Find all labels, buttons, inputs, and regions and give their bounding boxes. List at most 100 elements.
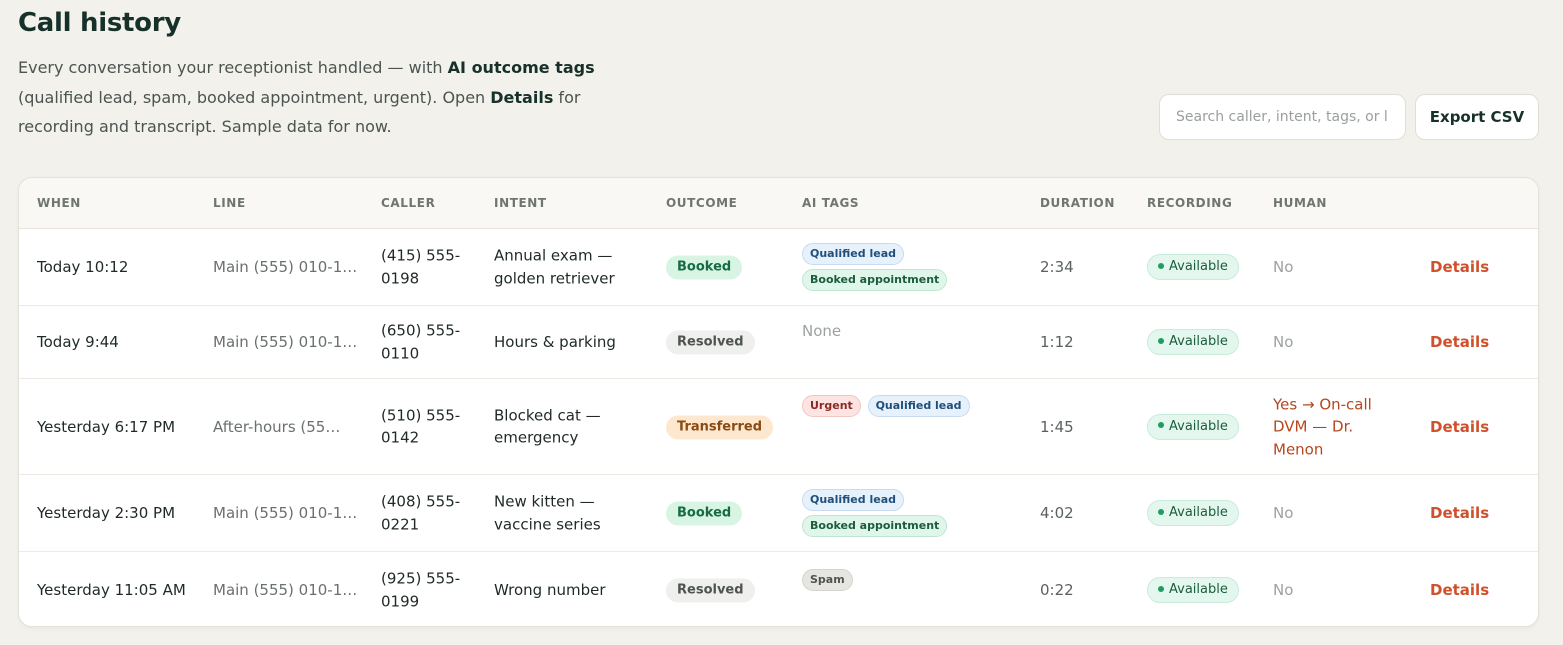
- status-dot-icon: [1158, 585, 1164, 592]
- column-header-recording[interactable]: RECORDING: [1147, 196, 1232, 210]
- table-row[interactable]: Today 10:12 Main (555) 010-1… (415) 555-…: [19, 229, 1538, 306]
- details-link[interactable]: Details: [1430, 579, 1489, 602]
- cell-duration: 1:45: [1040, 417, 1074, 436]
- ai-tag: Urgent: [802, 395, 861, 417]
- cell-caller: (510) 555-0142: [381, 406, 461, 447]
- table-row[interactable]: Yesterday 11:05 AM Main (555) 010-1… (92…: [19, 552, 1538, 626]
- cell-ai-tags: Qualified lead Booked appointment: [802, 241, 1022, 293]
- column-header-duration[interactable]: DURATION: [1040, 196, 1115, 210]
- cell-ai-tags: Urgent Qualified lead: [802, 393, 1022, 419]
- cell-line: Main (555) 010-1…: [213, 257, 358, 276]
- column-header-human[interactable]: HUMAN: [1273, 196, 1327, 210]
- cell-when: Yesterday 11:05 AM: [37, 580, 186, 599]
- details-link[interactable]: Details: [1430, 331, 1489, 354]
- recording-badge[interactable]: Available: [1147, 500, 1239, 526]
- outcome-badge: Booked: [666, 255, 743, 280]
- recording-badge[interactable]: Available: [1147, 413, 1239, 440]
- column-header-line[interactable]: LINE: [213, 196, 246, 210]
- recording-badge[interactable]: Available: [1147, 329, 1239, 355]
- cell-intent: Blocked cat — emergency: [494, 406, 601, 447]
- cell-when: Yesterday 2:30 PM: [37, 503, 176, 522]
- recording-label: Available: [1169, 582, 1228, 597]
- cell-when: Today 9:44: [37, 332, 119, 351]
- cell-duration: 4:02: [1040, 503, 1074, 522]
- page-subtitle: Every conversation your receptionist han…: [18, 53, 638, 142]
- table-row[interactable]: Today 9:44 Main (555) 010-1… (650) 555-0…: [19, 306, 1538, 379]
- cell-line: After-hours (55…: [213, 417, 341, 436]
- table-row[interactable]: Yesterday 2:30 PM Main (555) 010-1… (408…: [19, 475, 1538, 552]
- cell-caller: (415) 555-0198: [381, 246, 461, 288]
- cell-human: No: [1273, 503, 1294, 522]
- recording-badge[interactable]: Available: [1147, 254, 1239, 280]
- status-dot-icon: [1158, 422, 1164, 428]
- ai-tags-none: None: [802, 322, 842, 340]
- page-title: Call history: [18, 8, 181, 38]
- outcome-badge: Booked: [666, 501, 743, 526]
- status-dot-icon: [1158, 337, 1164, 344]
- ai-tag: Qualified lead: [867, 395, 970, 417]
- details-link[interactable]: Details: [1430, 502, 1489, 525]
- subtitle-text: (qualified lead, spam, booked appointmen…: [18, 87, 491, 107]
- recording-label: Available: [1169, 334, 1228, 349]
- cell-ai-tags: Qualified lead Booked appointment: [802, 487, 1022, 539]
- call-history-table: WHEN LINE CALLER INTENT OUTCOME AI TAGS …: [18, 177, 1539, 627]
- ai-tag: Spam: [802, 569, 853, 591]
- cell-ai-tags: None: [802, 320, 1022, 343]
- cell-intent: Wrong number: [494, 580, 606, 599]
- column-header-ai-tags[interactable]: AI TAGS: [802, 196, 859, 210]
- column-header-when[interactable]: WHEN: [37, 196, 81, 210]
- cell-duration: 2:34: [1040, 257, 1074, 276]
- cell-line: Main (555) 010-1…: [213, 503, 358, 522]
- cell-human: Yes → On-call DVM — Dr. Menon: [1273, 394, 1372, 458]
- cell-outcome: Booked: [666, 501, 743, 526]
- cell-caller: (925) 555-0199: [381, 569, 461, 611]
- cell-intent: Annual exam — golden retriever: [494, 246, 615, 288]
- cell-line: Main (555) 010-1…: [213, 332, 358, 351]
- outcome-badge: Resolved: [666, 578, 755, 603]
- details-link[interactable]: Details: [1430, 256, 1489, 279]
- cell-duration: 1:12: [1040, 332, 1074, 351]
- cell-human: No: [1273, 257, 1294, 276]
- search-input[interactable]: [1159, 94, 1406, 140]
- cell-caller: (408) 555-0221: [381, 492, 461, 534]
- cell-outcome: Resolved: [666, 330, 755, 355]
- ai-tag: Booked appointment: [802, 515, 948, 537]
- cell-intent: Hours & parking: [494, 332, 616, 351]
- cell-outcome: Booked: [666, 255, 743, 280]
- subtitle-text: Every conversation your receptionist han…: [18, 58, 448, 77]
- table-header: WHEN LINE CALLER INTENT OUTCOME AI TAGS …: [19, 178, 1538, 229]
- column-header-outcome[interactable]: OUTCOME: [666, 196, 737, 210]
- ai-tag: Qualified lead: [802, 489, 904, 511]
- ai-tag: Qualified lead: [802, 243, 904, 265]
- status-dot-icon: [1158, 262, 1164, 269]
- cell-recording: Available: [1147, 413, 1239, 440]
- recording-label: Available: [1169, 418, 1228, 434]
- ai-tag: Booked appointment: [802, 269, 948, 291]
- cell-ai-tags: Spam: [802, 567, 1022, 593]
- cell-recording: Available: [1147, 254, 1239, 280]
- cell-when: Today 10:12: [37, 257, 129, 276]
- subtitle-details: Details: [490, 87, 554, 107]
- cell-intent: New kitten — vaccine series: [494, 492, 601, 534]
- cell-outcome: Transferred: [666, 414, 774, 439]
- cell-recording: Available: [1147, 500, 1239, 526]
- outcome-badge: Resolved: [666, 330, 755, 355]
- subtitle-ai-outcome-tags: AI outcome tags: [447, 58, 595, 77]
- cell-human: No: [1273, 580, 1294, 599]
- cell-outcome: Resolved: [666, 578, 755, 603]
- column-header-caller[interactable]: CALLER: [381, 196, 435, 210]
- outcome-badge: Transferred: [666, 415, 774, 439]
- recording-label: Available: [1169, 259, 1228, 274]
- cell-caller: (650) 555-0110: [381, 321, 461, 363]
- cell-line: Main (555) 010-1…: [213, 580, 358, 599]
- table-row[interactable]: Yesterday 6:17 PM After-hours (55… (510)…: [19, 379, 1538, 475]
- cell-when: Yesterday 6:17 PM: [37, 417, 176, 436]
- recording-badge[interactable]: Available: [1147, 577, 1239, 603]
- cell-human: No: [1273, 332, 1294, 351]
- export-csv-button[interactable]: Export CSV: [1415, 94, 1539, 140]
- details-link[interactable]: Details: [1430, 415, 1489, 438]
- column-header-intent[interactable]: INTENT: [494, 196, 547, 210]
- cell-recording: Available: [1147, 577, 1239, 603]
- cell-duration: 0:22: [1040, 580, 1074, 599]
- cell-recording: Available: [1147, 329, 1239, 355]
